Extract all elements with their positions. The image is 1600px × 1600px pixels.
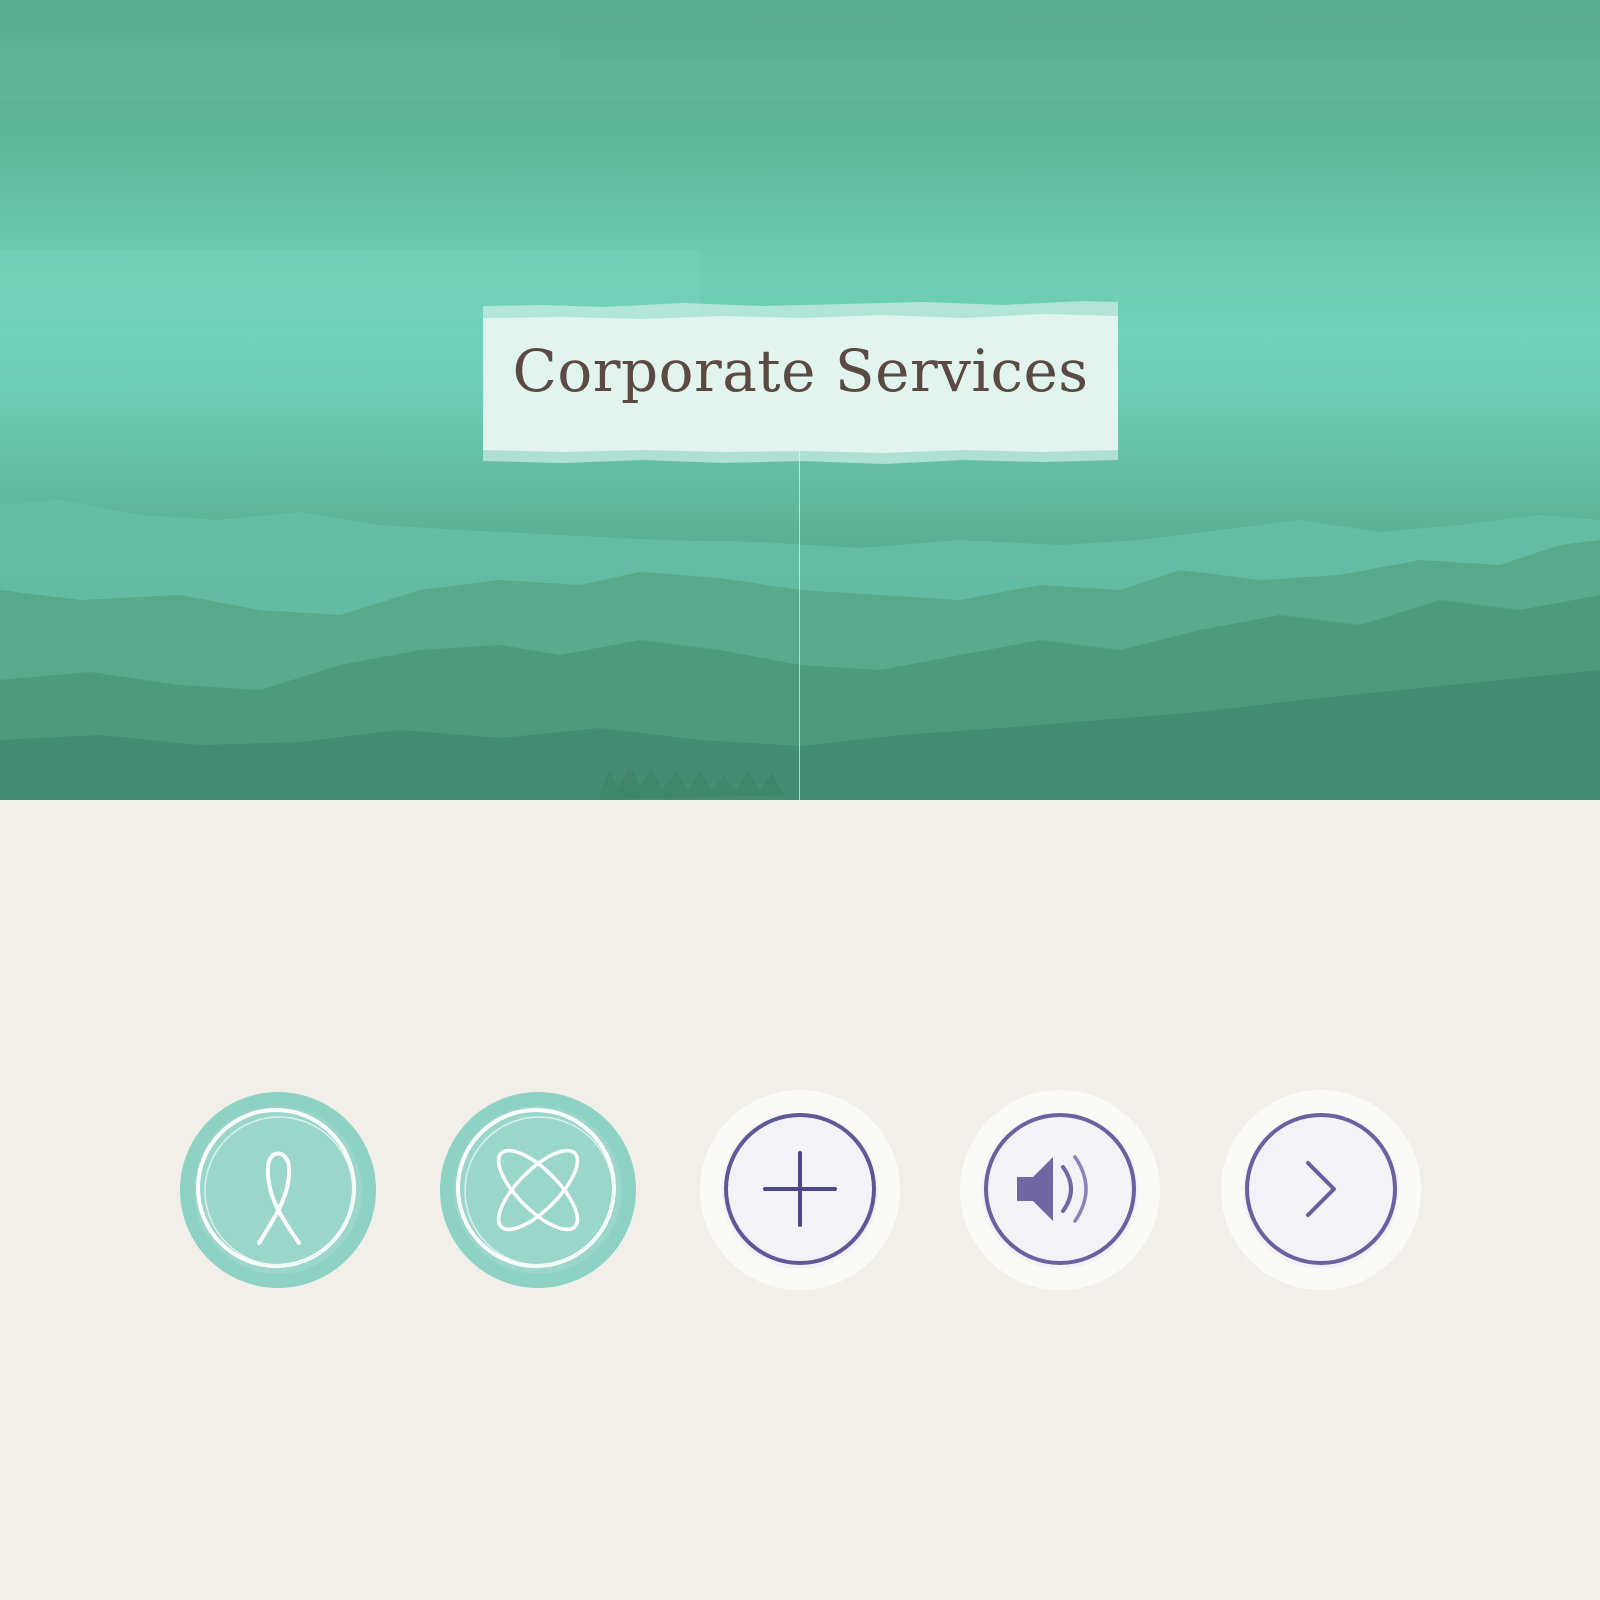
knot-button[interactable] <box>433 1085 643 1295</box>
icon-button-row <box>0 1085 1600 1295</box>
page: Corporate Services <box>0 0 1600 1600</box>
page-title: Corporate Services <box>512 337 1089 405</box>
add-button[interactable] <box>695 1085 905 1295</box>
chevron-right-icon <box>1221 1090 1421 1290</box>
next-button[interactable] <box>1216 1085 1426 1295</box>
sound-button[interactable] <box>955 1085 1165 1295</box>
ribbon-icon <box>180 1092 376 1288</box>
plus-icon <box>700 1090 900 1290</box>
ribbon-button[interactable] <box>173 1085 383 1295</box>
connector-line <box>799 448 800 800</box>
title-card: Corporate Services <box>483 300 1118 465</box>
speaker-icon <box>960 1090 1160 1290</box>
knot-icon <box>440 1092 636 1288</box>
